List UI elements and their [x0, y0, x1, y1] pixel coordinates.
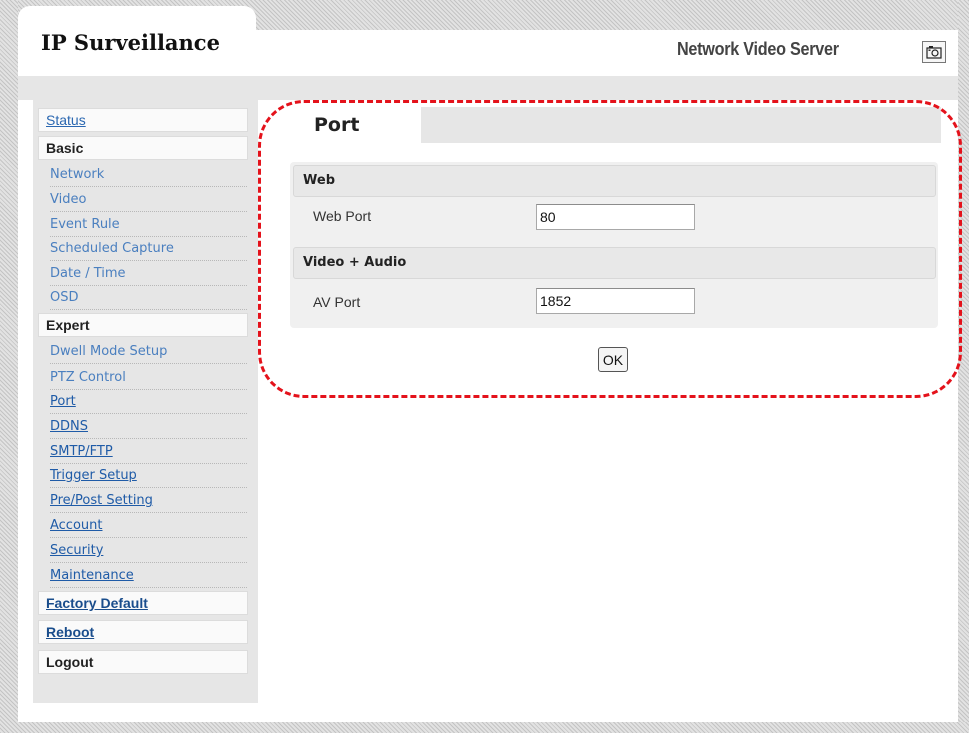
sidebar-item-pre-post-setting[interactable]: Pre/Post Setting — [50, 489, 247, 513]
sidebar-item-scheduled-capture[interactable]: Scheduled Capture — [50, 237, 247, 261]
web-port-input[interactable] — [536, 204, 695, 230]
ok-button[interactable]: OK — [598, 347, 628, 372]
sidebar-item-account[interactable]: Account — [50, 514, 247, 538]
sidebar-item-date-time[interactable]: Date / Time — [50, 262, 247, 286]
sidebar-item-trigger-setup[interactable]: Trigger Setup — [50, 464, 247, 488]
sidebar-item-network[interactable]: Network — [50, 163, 247, 187]
sidebar-item-maintenance[interactable]: Maintenance — [50, 564, 247, 588]
sidebar-item-smtp-ftp[interactable]: SMTP/FTP — [50, 440, 247, 464]
sidebar-item-ptz-control[interactable]: PTZ Control — [50, 366, 247, 390]
background-hatch-bottom — [0, 722, 969, 733]
snapshot-button[interactable] — [922, 41, 946, 63]
sidebar-item-event-rule[interactable]: Event Rule — [50, 213, 247, 237]
camera-icon — [926, 46, 942, 59]
group-header-web: Web — [293, 165, 936, 197]
sidebar-item-dwell-mode-setup[interactable]: Dwell Mode Setup — [50, 340, 247, 364]
av-port-input[interactable] — [536, 288, 695, 314]
background-hatch-left — [0, 0, 18, 733]
sidebar-link-logout[interactable]: Logout — [38, 650, 248, 674]
tab-port[interactable]: Port — [293, 107, 421, 143]
tab-strip — [421, 107, 941, 143]
sidebar-section-expert: Expert — [38, 313, 248, 337]
sidebar-item-ddns[interactable]: DDNS — [50, 415, 247, 439]
header-band — [18, 76, 958, 100]
sidebar-section-basic: Basic — [38, 136, 248, 160]
sidebar-item-port[interactable]: Port — [50, 390, 247, 414]
sidebar-link-status[interactable]: Status — [38, 108, 248, 132]
av-port-label: AV Port — [313, 294, 361, 310]
sidebar-item-security[interactable]: Security — [50, 539, 247, 563]
web-port-label: Web Port — [313, 208, 372, 224]
sidebar-link-reboot[interactable]: Reboot — [38, 620, 248, 644]
product-name: Network Video Server — [677, 39, 839, 59]
background-hatch-right — [958, 0, 969, 733]
sidebar-item-osd[interactable]: OSD — [50, 286, 247, 310]
app-title: IP Surveillance — [41, 30, 220, 55]
sidebar-link-factory-default[interactable]: Factory Default — [38, 591, 248, 615]
group-header-video-audio: Video + Audio — [293, 247, 936, 279]
sidebar-item-video[interactable]: Video — [50, 188, 247, 212]
